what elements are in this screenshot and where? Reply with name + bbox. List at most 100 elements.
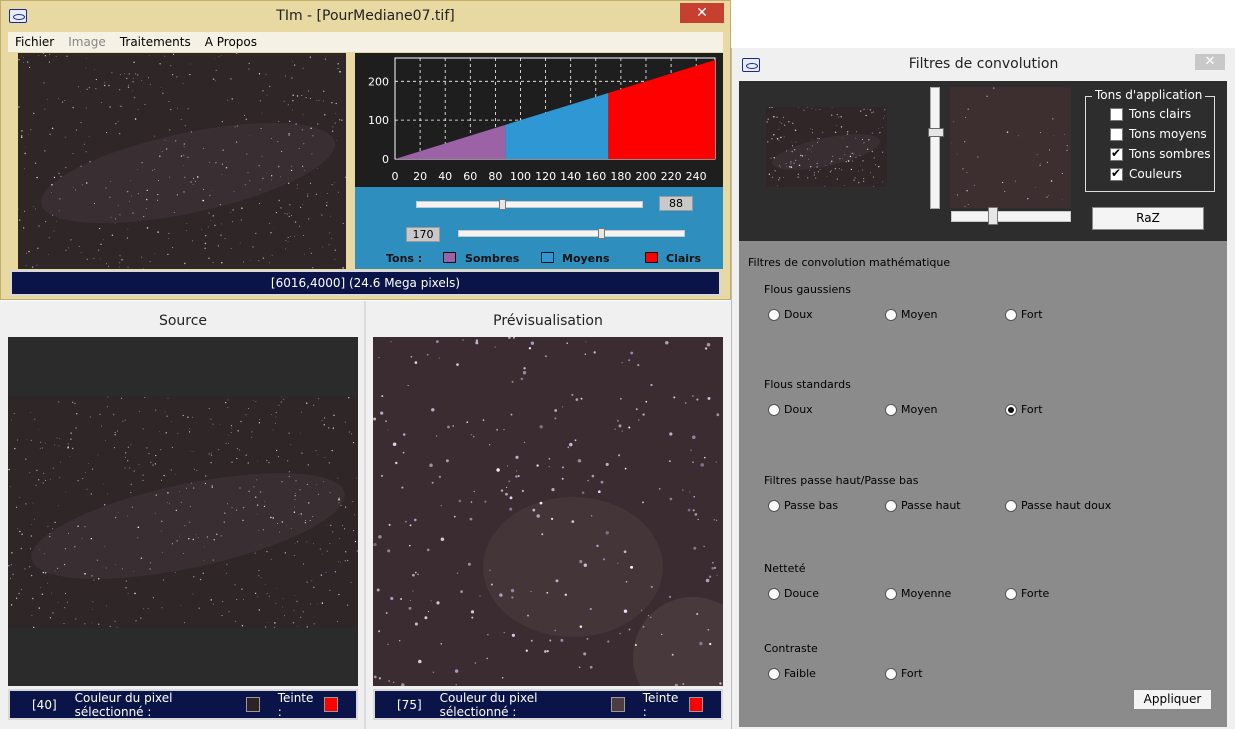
radio-button[interactable] [768,499,780,512]
radio-button[interactable] [768,667,780,680]
star-dot [690,449,692,452]
star-dot [196,422,198,424]
star-dot [24,568,26,570]
tons-moyens-box[interactable] [1110,127,1123,141]
star-dot [815,109,817,111]
light-tone-slider-track[interactable] [458,230,685,237]
radio-option[interactable]: Doux [768,403,813,416]
star-dot [259,491,262,493]
radio-option[interactable]: Moyen [885,308,937,321]
radio-button[interactable] [885,587,897,600]
dark-tone-slider-thumb[interactable] [499,199,506,210]
star-dot [280,207,282,209]
radio-button[interactable] [768,308,780,321]
star-dot [132,81,134,83]
radio-option[interactable]: Fort [885,667,923,680]
tons-sombres-box[interactable] [1110,146,1123,161]
menu-image[interactable]: Image [61,35,113,49]
star-dot [162,579,165,581]
radio-button[interactable] [885,308,897,321]
main-image[interactable] [18,53,346,269]
star-dot [862,180,865,183]
radio-button[interactable] [885,499,897,512]
radio-button[interactable] [1005,587,1017,600]
star-dot [320,574,323,576]
menu-fichier[interactable]: Fichier [8,35,61,49]
star-dot [286,213,288,215]
checkbox-tons-sombres[interactable]: Tons sombres [1110,146,1211,161]
zoom-vertical-slider[interactable] [930,87,940,209]
radio-label: Moyenne [901,587,952,600]
checkbox-tons-clairs[interactable]: Tons clairs [1110,107,1191,121]
zoom-vertical-thumb[interactable] [928,128,944,137]
dark-tone-slider-track[interactable] [416,201,643,208]
star-dot [258,569,260,572]
checkbox-couleurs[interactable]: Couleurs [1110,166,1182,181]
radio-option[interactable]: Moyenne [885,587,951,600]
star-dot [38,225,40,227]
radio-button[interactable] [768,587,780,600]
star-dot [275,603,277,604]
source-image[interactable] [8,396,358,628]
star-dot [29,472,31,474]
star-dot [66,55,68,57]
star-dot [523,367,526,370]
star-dot [1046,196,1048,198]
star-dot [186,223,188,224]
star-dot [245,118,248,121]
star-dot [271,255,273,256]
star-dot [308,90,310,92]
star-dot [873,186,875,187]
radio-option[interactable]: Moyen [885,403,937,416]
star-dot [877,128,879,130]
chart-x-tick-label: 120 [535,170,556,183]
light-tone-slider-thumb[interactable] [598,228,605,239]
star-dot [337,621,339,622]
star-dot [144,104,146,106]
radio-option[interactable]: Faible [768,667,816,680]
radio-button[interactable] [1005,308,1017,321]
tons-clairs-box[interactable] [1110,107,1123,121]
preview-image[interactable] [373,337,723,686]
zoom-horizontal-slider[interactable] [951,211,1071,222]
star-dot [585,341,587,343]
radio-button[interactable] [885,667,897,680]
conv-close-button[interactable]: ✕ [1195,54,1225,70]
star-dot [183,191,185,193]
radio-option[interactable]: Forte [1005,587,1049,600]
star-dot [196,470,198,471]
apply-button[interactable]: Appliquer [1133,689,1212,710]
radio-option[interactable]: Passe haut [885,499,961,512]
chart-x-tick-label: 200 [635,170,656,183]
main-close-button[interactable]: ✕ [680,3,724,23]
radio-option[interactable]: Douce [768,587,819,600]
radio-option[interactable]: Fort [1005,308,1043,321]
star-dot [192,177,194,179]
radio-button[interactable] [1005,499,1017,512]
star-dot [217,245,219,247]
star-dot [620,397,622,400]
raz-button[interactable]: RaZ [1092,207,1204,230]
star-dot [307,218,310,220]
star-dot [42,571,45,574]
star-dot [584,353,587,355]
radio-button[interactable] [1005,403,1017,416]
zoom-horizontal-thumb[interactable] [988,207,998,225]
star-dot [453,515,456,518]
radio-button[interactable] [768,403,780,416]
menu-traitements[interactable]: Traitements [113,35,198,49]
radio-option[interactable]: Passe haut doux [1005,499,1111,512]
menu-a-propos[interactable]: A Propos [198,35,264,49]
star-dot [503,632,505,634]
checkbox-tons-moyens[interactable]: Tons moyens [1110,127,1207,141]
radio-option[interactable]: Fort [1005,403,1043,416]
radio-option[interactable]: Doux [768,308,813,321]
radio-option[interactable]: Passe bas [768,499,838,512]
radio-button[interactable] [885,403,897,416]
star-dot [774,170,776,172]
star-dot [60,461,61,463]
star-dot [154,168,156,170]
star-dot [962,168,964,170]
couleurs-box[interactable] [1110,166,1123,181]
conv-zoom-image[interactable] [950,87,1071,208]
